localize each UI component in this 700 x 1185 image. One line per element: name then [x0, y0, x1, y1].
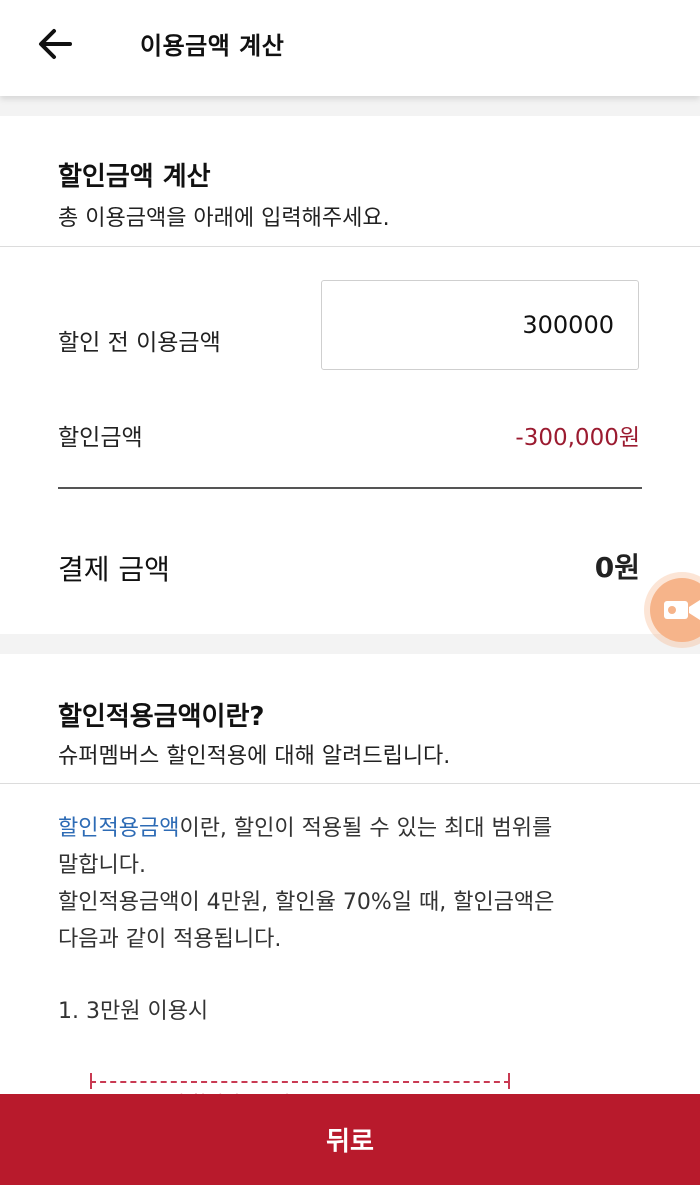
info-title: 할인적용금액이란? [58, 702, 265, 732]
arrow-left-icon [39, 29, 72, 59]
payment-amount-label: 결제 금액 [58, 553, 170, 586]
info-paragraph-text: 이란, 할인이 적용될 수 있는 최대 범위를 [179, 816, 553, 841]
info-paragraph: 할인적용금액이란, 할인이 적용될 수 있는 최대 범위를 말합니다. 할인적용… [58, 810, 658, 958]
calculator-title: 할인금액 계산 [58, 162, 211, 192]
highlight-term: 할인적용금액 [58, 816, 180, 841]
info-paragraph-line: 할인적용금액이 4만원, 할인율 70%일 때, 할인금액은 [58, 890, 555, 915]
info-paragraph-line: 말합니다. [58, 853, 146, 878]
divider [0, 246, 700, 247]
example-item: 1. 3만원 이용시 [58, 999, 209, 1024]
discount-amount-label: 할인금액 [58, 425, 143, 451]
divider [0, 783, 700, 784]
back-bottom-button[interactable]: 뒤로 [0, 1094, 700, 1185]
pre-discount-label: 할인 전 이용금액 [58, 330, 221, 356]
info-paragraph-line: 다음과 같이 적용됩니다. [58, 927, 282, 952]
back-button[interactable] [30, 22, 80, 66]
page: 이용금액 계산 할인금액 계산 총 이용금액을 아래에 입력해주세요. 할인 전… [0, 0, 700, 1185]
range-tick-right [508, 1073, 510, 1089]
calculator-subtitle: 총 이용금액을 아래에 입력해주세요. [58, 206, 390, 231]
range-dashed-line [90, 1081, 510, 1083]
info-paragraph-line: 할인적용금액이란, 할인이 적용될 수 있는 최대 범위를 [58, 810, 658, 847]
app-header: 이용금액 계산 [0, 0, 700, 96]
discount-calculator-card: 할인금액 계산 총 이용금액을 아래에 입력해주세요. 할인 전 이용금액 할인… [0, 116, 700, 634]
pre-discount-amount-input[interactable] [321, 280, 639, 370]
info-subtitle: 슈퍼멤버스 할인적용에 대해 알려드립니다. [58, 744, 451, 769]
discount-amount-value: -300,000원 [515, 425, 640, 451]
total-divider [58, 487, 642, 489]
page-title: 이용금액 계산 [140, 32, 285, 60]
video-camera-icon [664, 600, 700, 620]
payment-amount-value: 0원 [594, 551, 640, 584]
